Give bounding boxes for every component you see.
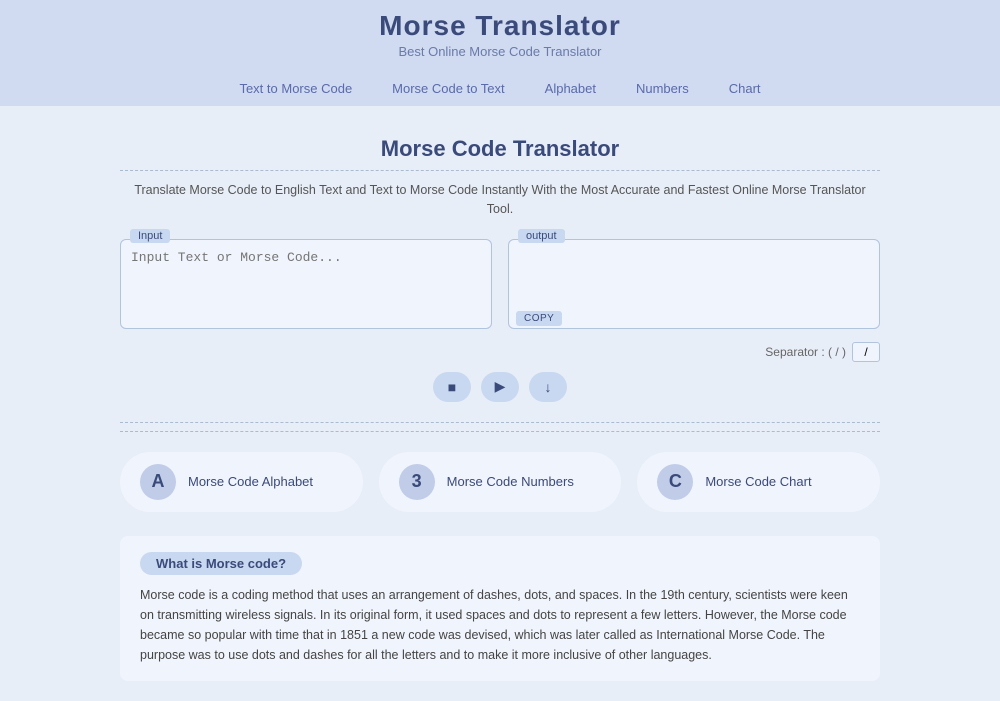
output-textarea[interactable] xyxy=(508,239,880,329)
divider-section xyxy=(120,422,880,432)
what-is-section: What is Morse code? Morse code is a codi… xyxy=(120,536,880,681)
numbers-card[interactable]: 3 Morse Code Numbers xyxy=(379,452,622,512)
alphabet-card[interactable]: A Morse Code Alphabet xyxy=(120,452,363,512)
info-cards: A Morse Code Alphabet 3 Morse Code Numbe… xyxy=(120,452,880,512)
stop-icon: ■ xyxy=(448,379,456,395)
output-label: output xyxy=(518,229,565,243)
input-wrapper: Input xyxy=(120,239,492,332)
separator-row: Separator : ( / ) xyxy=(120,342,880,362)
nav-chart[interactable]: Chart xyxy=(729,81,761,96)
section-title: Morse Code Translator xyxy=(120,136,880,162)
play-button[interactable]: ▶ xyxy=(481,372,519,402)
divider-1 xyxy=(120,422,880,423)
nav-alphabet[interactable]: Alphabet xyxy=(545,81,596,96)
action-buttons: ■ ▶ ↓ xyxy=(120,372,880,402)
play-icon: ▶ xyxy=(495,378,506,395)
separator-input[interactable] xyxy=(852,342,880,362)
copy-button[interactable]: COPY xyxy=(516,311,562,326)
download-button[interactable]: ↓ xyxy=(529,372,567,402)
nav: Text to Morse Code Morse Code to Text Al… xyxy=(0,71,1000,106)
nav-text-to-morse[interactable]: Text to Morse Code xyxy=(239,81,352,96)
separator-label: Separator : ( / ) xyxy=(765,345,846,359)
what-is-text: Morse code is a coding method that uses … xyxy=(140,585,860,665)
chart-card[interactable]: C Morse Code Chart xyxy=(637,452,880,512)
chart-label: Morse Code Chart xyxy=(705,474,811,489)
output-wrapper: output COPY xyxy=(508,239,880,332)
alphabet-icon: A xyxy=(140,464,176,500)
input-textarea[interactable] xyxy=(120,239,492,329)
nav-numbers[interactable]: Numbers xyxy=(636,81,689,96)
numbers-label: Morse Code Numbers xyxy=(447,474,574,489)
description: Translate Morse Code to English Text and… xyxy=(120,181,880,219)
chart-icon: C xyxy=(657,464,693,500)
header-title: Morse Translator xyxy=(0,10,1000,42)
alphabet-label: Morse Code Alphabet xyxy=(188,474,313,489)
top-divider xyxy=(120,170,880,171)
main-content: Morse Code Translator Translate Morse Co… xyxy=(100,106,900,701)
input-label: Input xyxy=(130,229,170,243)
download-icon: ↓ xyxy=(545,379,552,395)
numbers-icon: 3 xyxy=(399,464,435,500)
header-subtitle: Best Online Morse Code Translator xyxy=(0,44,1000,59)
translator-area: Input output COPY xyxy=(120,239,880,332)
header: Morse Translator Best Online Morse Code … xyxy=(0,0,1000,106)
what-is-badge: What is Morse code? xyxy=(140,552,302,575)
stop-button[interactable]: ■ xyxy=(433,372,471,402)
nav-morse-to-text[interactable]: Morse Code to Text xyxy=(392,81,504,96)
divider-2 xyxy=(120,431,880,432)
